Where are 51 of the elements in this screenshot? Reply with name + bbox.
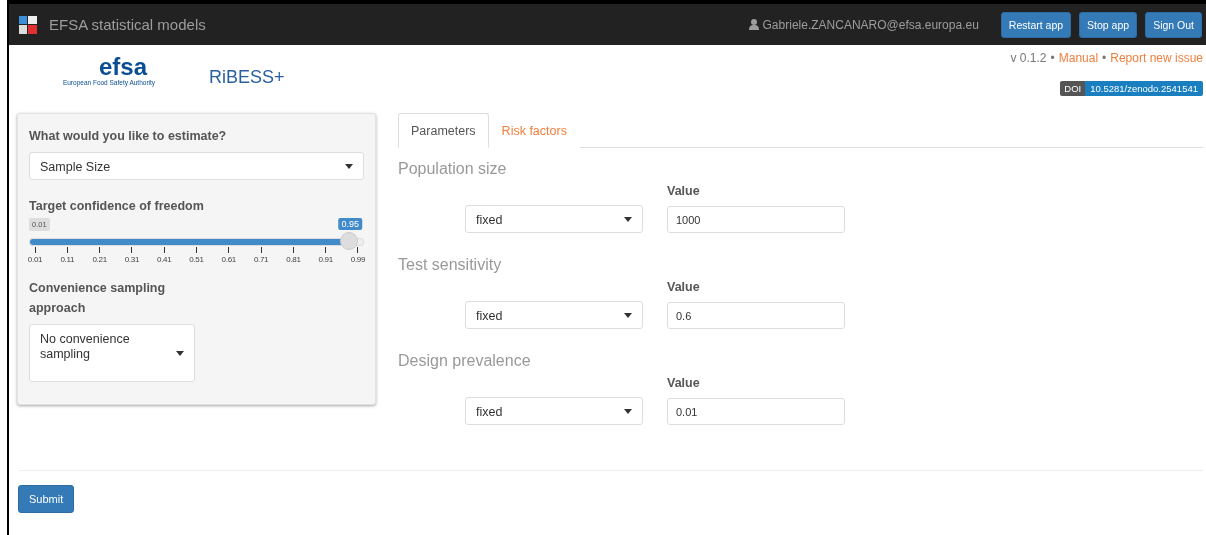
- value-label: Value: [667, 280, 701, 294]
- nav-button[interactable]: Sign Out: [1145, 11, 1202, 38]
- submit-button[interactable]: Submit: [18, 485, 75, 513]
- caret-icon: [624, 312, 632, 318]
- tick-label: 0.01: [27, 255, 43, 264]
- estimate-select[interactable]: Sample Size: [29, 152, 364, 180]
- nav-button[interactable]: Restart app: [1000, 11, 1072, 38]
- field-label: Convenience sampling approach: [29, 280, 167, 317]
- value-label: Value: [667, 184, 701, 198]
- parameter-title: Test sensitivity: [398, 256, 503, 274]
- value-input[interactable]: 0.6: [667, 302, 845, 329]
- doi-label: DOI: [1060, 81, 1086, 96]
- field-label: Target confidence of freedom: [29, 198, 205, 215]
- tick-label: 0.71: [253, 255, 269, 264]
- slider-value-label: 0.95: [338, 218, 362, 230]
- mode-select[interactable]: fixed: [465, 205, 643, 233]
- caret-icon: [624, 216, 632, 222]
- value-input[interactable]: 0.01: [667, 398, 845, 425]
- separator: •: [1102, 51, 1107, 65]
- tick-label: 0.41: [157, 255, 172, 264]
- app-title: EFSA statistical models: [49, 16, 207, 33]
- tick-label: 0.11: [60, 255, 75, 264]
- doi-number: 10.5281/zenodo.2541541: [1085, 81, 1203, 96]
- user-icon: [748, 19, 759, 30]
- tick-label: 0.31: [124, 255, 140, 264]
- convenience-select[interactable]: No convenience sampling: [29, 324, 195, 382]
- tab[interactable]: Parameters: [398, 113, 489, 148]
- parameter-title: Design prevalence: [398, 352, 532, 370]
- tick-label: 0.21: [92, 255, 107, 264]
- mode-select[interactable]: fixed: [465, 301, 643, 329]
- tick-label: 0.51: [189, 255, 204, 264]
- app-logo-icon: [19, 15, 37, 34]
- tick-label: 0.61: [221, 255, 236, 264]
- nav-button[interactable]: Stop app: [1079, 11, 1138, 38]
- doi-badge[interactable]: DOI 10.5281/zenodo.2541541: [1060, 81, 1203, 96]
- mode-select[interactable]: fixed: [465, 397, 643, 425]
- caret-icon: [624, 408, 632, 414]
- separator: •: [1050, 51, 1055, 65]
- value-input[interactable]: 1000: [667, 206, 845, 233]
- value-label: Value: [667, 376, 701, 390]
- field-label: What would you like to estimate?: [29, 128, 228, 145]
- tick-label: 0.99: [350, 255, 366, 264]
- slider-handle[interactable]: [340, 232, 359, 250]
- parameter-title: Population size: [398, 160, 508, 178]
- caret-icon: [345, 163, 353, 169]
- version-text: v 0.1.2: [1010, 51, 1047, 65]
- caret-icon: [176, 350, 184, 356]
- app-name: RiBESS+: [209, 67, 285, 88]
- tick-label: 0.91: [318, 255, 333, 264]
- user-email: Gabriele.ZANCANARO@efsa.europa.eu: [762, 17, 979, 32]
- tick-label: 0.81: [286, 255, 301, 264]
